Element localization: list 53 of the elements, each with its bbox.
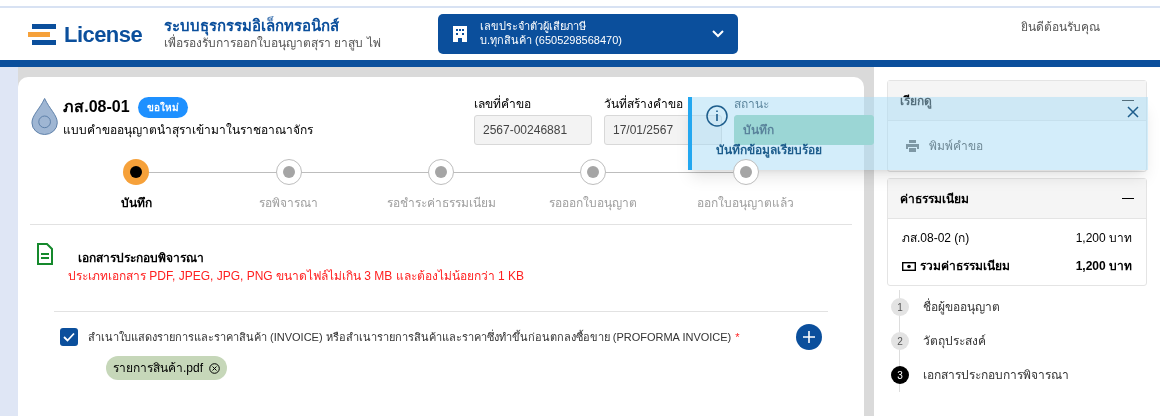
total-label: รวมค่าธรรมเนียม [920,258,1010,275]
document-requirement: สำเนาใบแสดงรายการและราคาสินค้า (INVOICE) หรือสำเนารายการสินค้าและราคาซึ่งทำขึ้นก่อนตกลงซื้อขาย (PROFORMA INVOICE) [88,328,732,345]
section-number: 1 [891,298,909,316]
banknote-icon [902,261,916,271]
step-label: รอชำระค่าธรรมเนียม [386,195,496,212]
field-value: 2567-00246881 [474,115,592,145]
document-icon [36,243,54,265]
taxpayer-value: บ.ทุกสินค้า (6505298568470) [480,34,623,48]
checkbox[interactable] [60,328,78,346]
form-code: ภส.08-01 [63,97,130,117]
building-icon [452,25,468,43]
section-link[interactable]: 1 ชื่อผู้ขออนุญาต [891,290,1147,324]
total-amount: 1,200 บาท [1075,258,1132,275]
step-label: บันทึก [120,195,152,212]
close-button[interactable] [1126,105,1140,119]
documents-title: เอกสารประกอบพิจารณา [78,250,205,267]
fee-label: ภส.08-02 (ก) [902,230,970,247]
section-number: 2 [891,332,909,350]
section-link[interactable]: 2 วัตถุประสงค์ [891,324,1147,358]
panel-title: ค่าธรรมเนียม [900,190,969,208]
welcome-text: ยินดีต้อนรับคุณ [1021,19,1100,36]
taxpayer-selector[interactable]: เลขประจำตัวผู้เสียภาษี บ.ทุกสินค้า (6505298568470) [438,14,738,54]
field-label: เลขที่คำขอ [474,95,532,113]
step-label: รอพิจารณา [259,195,319,212]
check-icon [63,332,75,342]
logo-text: License [64,20,143,49]
chevron-down-icon [712,30,724,38]
section-link[interactable]: 3 เอกสารประกอบการพิจารณา [891,358,1147,392]
fee-amount: 1,200 บาท [1075,230,1132,247]
field-label: วันที่สร้างคำขอ [604,95,684,113]
required-marker: * [735,329,740,345]
info-icon [706,105,728,127]
section-number: 3 [891,366,909,384]
panel-title: เรียกดู [900,92,932,110]
step-label: ออกใบอนุญาตแล้ว [697,195,795,212]
documents-note: ประเภทเอกสาร PDF, JPEG, JPG, PNG ขนาดไฟล์ไม่เกิน 3 MB และต้องไม่น้อยกว่า 1 KB [68,268,525,285]
field-label: สถานะ [734,96,770,113]
close-icon [1126,105,1140,119]
printer-icon [906,140,919,152]
toast-message: บันทึกข้อมูลเรียบร้อย [716,142,822,159]
add-file-button[interactable] [796,324,822,350]
system-title: ระบบธุรกรรมอิเล็กทรอนิกส์ [164,17,340,36]
remove-icon [209,362,220,374]
step-label: รอออกใบอนุญาต [549,195,638,212]
taxpayer-label: เลขประจำตัวผู้เสียภาษี [480,20,587,34]
emblem-icon [30,97,60,135]
plus-icon [802,330,816,344]
new-request-badge: ขอใหม่ [137,96,188,118]
logo-icon [28,22,58,46]
system-subtitle: เพื่อรองรับการออกใบอนุญาตสุรา ยาสูบ ไพ่ [164,35,382,51]
field-value: 17/01/2567 [604,115,722,145]
form-title: แบบคำขออนุญาตนำสุราเข้ามาในราชอาณาจักร [63,122,315,139]
file-chip[interactable]: รายการสินค้า.pdf [106,356,227,380]
